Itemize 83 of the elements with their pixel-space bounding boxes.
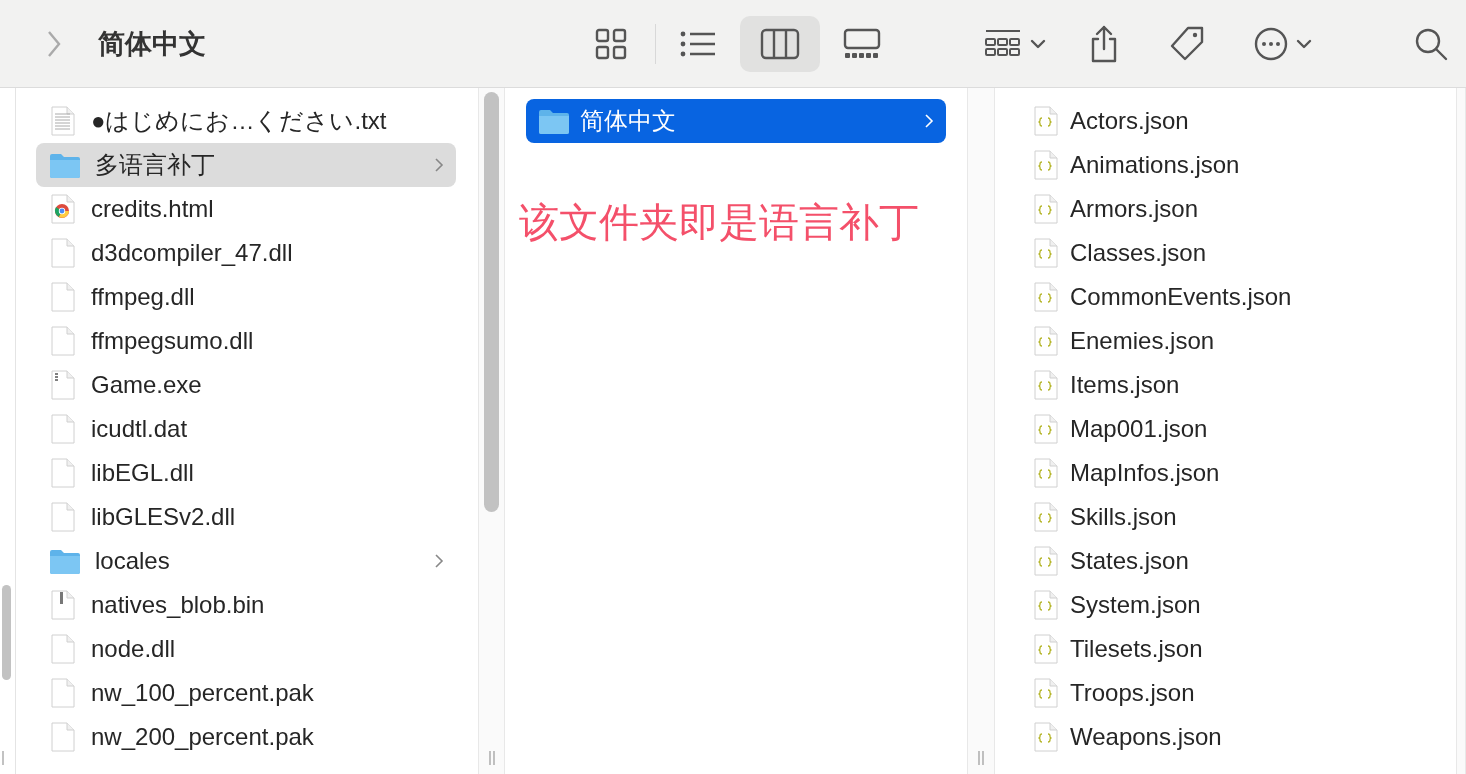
archive-file-icon	[49, 590, 77, 620]
file-row[interactable]: nw_100_percent.pak	[36, 671, 456, 715]
annotation-text: 该文件夹即是语言补丁	[519, 199, 920, 246]
json-file-icon	[1032, 634, 1060, 664]
tag-icon	[1168, 24, 1206, 63]
scrollbar-thumb[interactable]	[2, 585, 11, 680]
text-file-icon	[49, 106, 77, 136]
file-row[interactable]: natives_blob.bin	[36, 583, 456, 627]
json-file-icon	[1032, 414, 1060, 444]
json-file-icon	[1032, 106, 1060, 136]
file-row[interactable]: 多语言补丁	[36, 143, 456, 187]
file-icon	[49, 326, 77, 356]
file-row[interactable]: MapInfos.json	[1016, 451, 1435, 495]
window-title: 简体中文	[98, 27, 207, 61]
caret-icon	[1030, 37, 1046, 50]
file-row[interactable]: Troops.json	[1016, 671, 1435, 715]
file-icon	[49, 282, 77, 312]
chevron-icon	[434, 157, 444, 173]
file-row[interactable]: ffmpegsumo.dll	[36, 319, 456, 363]
file-row[interactable]: Game.exe	[36, 363, 456, 407]
html-file-icon	[49, 194, 77, 224]
file-row[interactable]: node.dll	[36, 627, 456, 671]
file-icon	[49, 722, 77, 752]
view-button[interactable]	[740, 15, 820, 72]
chevron-icon	[924, 113, 934, 129]
file-icon	[49, 678, 77, 708]
chevron-icon	[434, 553, 444, 569]
file-row[interactable]: CommonEvents.json	[1016, 275, 1435, 319]
file-icon	[49, 238, 77, 268]
file-row[interactable]: ●はじめにお…ください.txt	[36, 99, 456, 143]
file-icon	[49, 458, 77, 488]
json-file-icon	[1032, 678, 1060, 708]
file-row[interactable]: Items.json	[1016, 363, 1435, 407]
file-row[interactable]: d3dcompiler_47.dll	[36, 231, 456, 275]
group-icon	[984, 28, 1022, 59]
file-icon	[49, 414, 77, 444]
file-row[interactable]: Tilesets.json	[1016, 627, 1435, 671]
folder-icon	[49, 151, 81, 179]
file-icon	[49, 634, 77, 664]
json-file-icon	[1032, 458, 1060, 488]
caret-icon	[1296, 37, 1312, 50]
file-row[interactable]: icudtl.dat	[36, 407, 456, 451]
file-row[interactable]: 简体中文	[526, 99, 946, 143]
json-file-icon	[1032, 502, 1060, 532]
json-file-icon	[1032, 370, 1060, 400]
json-file-icon	[1032, 546, 1060, 576]
json-file-icon	[1032, 326, 1060, 356]
file-row[interactable]: Animations.json	[1016, 143, 1435, 187]
file-row[interactable]: locales	[36, 539, 456, 583]
list-icon	[680, 29, 716, 58]
json-file-icon	[1032, 590, 1060, 620]
file-row[interactable]: Armors.json	[1016, 187, 1435, 231]
grid-icon	[595, 27, 627, 60]
file-row[interactable]: Skills.json	[1016, 495, 1435, 539]
json-file-icon	[1032, 282, 1060, 312]
json-file-icon	[1032, 194, 1060, 224]
search-icon	[1414, 26, 1448, 61]
file-row[interactable]: Classes.json	[1016, 231, 1435, 275]
resize-handle-icon	[0, 750, 6, 766]
file-row[interactable]: System.json	[1016, 583, 1435, 627]
file-row[interactable]: States.json	[1016, 539, 1435, 583]
file-row[interactable]: Enemies.json	[1016, 319, 1435, 363]
file-icon	[49, 502, 77, 532]
file-row[interactable]: libGLESv2.dll	[36, 495, 456, 539]
scrollbar-thumb[interactable]	[484, 92, 499, 512]
resize-handle-icon	[976, 750, 986, 766]
resize-handle-icon	[486, 750, 497, 766]
executable-file-icon	[49, 370, 77, 400]
file-row[interactable]: Actors.json	[1016, 99, 1435, 143]
file-row[interactable]: Map001.json	[1016, 407, 1435, 451]
json-file-icon	[1032, 238, 1060, 268]
ellipsis-icon	[1254, 26, 1288, 61]
file-row[interactable]: libEGL.dll	[36, 451, 456, 495]
gallery-icon	[842, 27, 882, 60]
columns-icon	[760, 27, 800, 60]
folder-icon	[538, 107, 570, 135]
file-row[interactable]: Weapons.json	[1016, 715, 1435, 759]
json-file-icon	[1032, 722, 1060, 752]
file-row[interactable]: nw_200_percent.pak	[36, 715, 456, 759]
file-row[interactable]: credits.html	[36, 187, 456, 231]
json-file-icon	[1032, 150, 1060, 180]
folder-icon	[49, 547, 81, 575]
file-row[interactable]: ffmpeg.dll	[36, 275, 456, 319]
